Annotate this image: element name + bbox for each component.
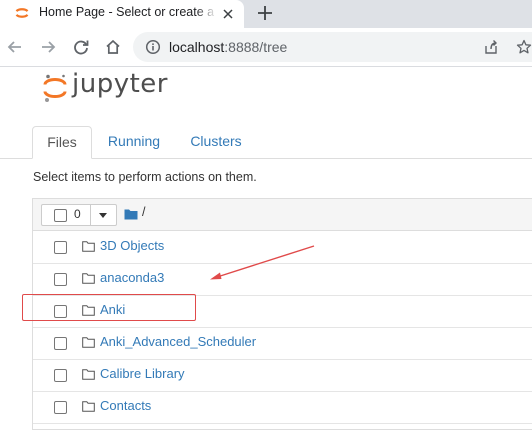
row-checkbox[interactable] xyxy=(54,241,67,254)
jupyter-favicon-icon xyxy=(15,8,29,18)
list-item[interactable]: Anki_Advanced_Scheduler xyxy=(33,327,532,360)
selected-count: 0 xyxy=(74,207,81,221)
share-icon[interactable] xyxy=(483,39,499,55)
jupyter-header: jupyter xyxy=(0,67,532,111)
bookmark-star-icon[interactable] xyxy=(516,39,532,55)
folder-icon xyxy=(82,401,95,412)
caret-down-icon[interactable] xyxy=(99,213,107,218)
tab-running[interactable]: Running xyxy=(96,126,172,157)
tab-clusters[interactable]: Clusters xyxy=(180,126,252,157)
jupyter-tabs: Files Running Clusters xyxy=(0,126,532,159)
folder-icon xyxy=(82,337,95,348)
browser-toolbar: localhost:8888/tree xyxy=(0,28,532,67)
jupyter-logo-text[interactable]: jupyter xyxy=(72,69,168,99)
folder-link[interactable]: Contacts xyxy=(100,398,151,413)
home-icon[interactable] xyxy=(104,38,122,56)
row-checkbox[interactable] xyxy=(54,273,67,286)
folder-icon xyxy=(82,369,95,380)
address-bar[interactable]: localhost:8888/tree xyxy=(133,32,532,62)
folder-link[interactable]: anaconda3 xyxy=(100,270,164,285)
folder-link[interactable]: 3D Objects xyxy=(100,238,164,253)
browser-tab-strip: Home Page - Select or create a notebook xyxy=(0,0,532,28)
url-host: localhost xyxy=(169,39,225,55)
button-divider xyxy=(90,205,91,225)
current-path[interactable]: / xyxy=(142,205,145,219)
folder-icon xyxy=(82,273,95,284)
folder-icon[interactable] xyxy=(124,208,138,220)
reload-icon[interactable] xyxy=(72,38,90,56)
back-arrow-icon[interactable] xyxy=(6,38,24,56)
row-checkbox[interactable] xyxy=(54,337,67,350)
list-item[interactable]: Contacts xyxy=(33,391,532,424)
tab-files[interactable]: Files xyxy=(32,126,92,159)
folder-icon xyxy=(82,241,95,252)
forward-arrow-icon[interactable] xyxy=(39,38,57,56)
jupyter-logo-icon[interactable] xyxy=(42,73,68,103)
url-text[interactable]: localhost:8888/tree xyxy=(169,39,287,55)
folder-link[interactable]: Calibre Library xyxy=(100,366,185,381)
site-info-icon[interactable] xyxy=(145,39,161,55)
select-all-checkbox[interactable] xyxy=(54,209,67,222)
folder-link[interactable]: Anki_Advanced_Scheduler xyxy=(100,334,256,349)
selection-hint: Select items to perform actions on them. xyxy=(33,170,257,184)
row-checkbox[interactable] xyxy=(54,401,67,414)
browser-tab[interactable]: Home Page - Select or create a notebook xyxy=(0,0,244,28)
file-list-header: 0 / xyxy=(33,199,532,231)
new-tab-plus-icon[interactable] xyxy=(256,4,274,22)
row-checkbox[interactable] xyxy=(54,369,67,382)
close-icon[interactable] xyxy=(221,7,235,21)
annotation-arrow-icon xyxy=(210,245,315,280)
select-all-dropdown[interactable]: 0 xyxy=(41,204,117,226)
list-item[interactable]: Calibre Library xyxy=(33,359,532,392)
browser-tab-title: Home Page - Select or create a notebook xyxy=(39,5,217,19)
url-path: :8888/tree xyxy=(224,39,288,55)
annotation-highlight-box xyxy=(22,294,196,321)
